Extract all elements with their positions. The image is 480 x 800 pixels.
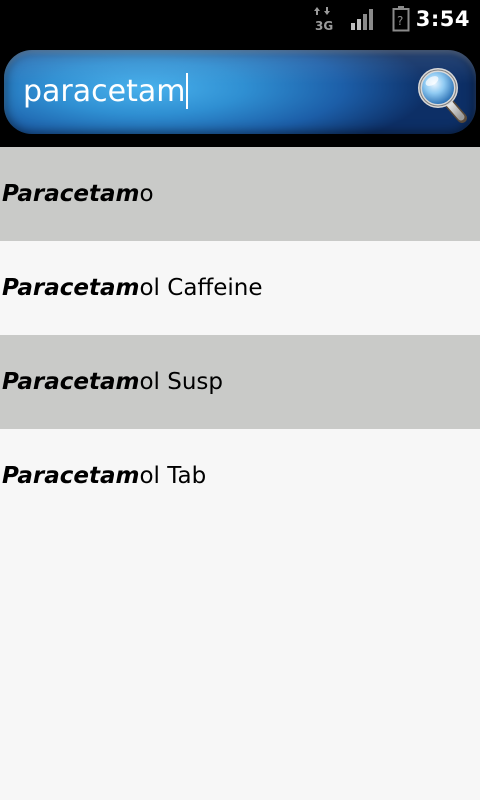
search-button[interactable] — [414, 54, 470, 130]
suggestion-item[interactable]: Paracetamol Tab — [0, 429, 480, 523]
suggestion-match-text: Paracetam — [2, 369, 140, 395]
search-header: paracetam — [0, 38, 480, 147]
search-query-container: paracetam — [23, 50, 189, 134]
suggestion-rest-text: ol Caffeine — [139, 275, 263, 301]
suggestion-item[interactable]: Paracetamol Caffeine — [0, 241, 480, 335]
suggestion-match-text: Paracetam — [2, 275, 140, 301]
status-clock: 3:54 — [415, 7, 470, 31]
battery-unknown-icon: ? — [392, 6, 410, 32]
search-query-text: paracetam — [23, 74, 186, 109]
suggestion-rest-text: ol Susp — [139, 369, 224, 395]
suggestion-rest-text: o — [139, 181, 154, 207]
svg-text:?: ? — [397, 14, 403, 28]
text-cursor — [186, 72, 189, 109]
suggestion-match-text: Paracetam — [2, 181, 140, 207]
status-bar: 3G ? 3:54 — [0, 0, 480, 38]
suggestion-item[interactable]: Paracetamo — [0, 147, 480, 241]
app-screen: 3G ? 3:54 paracetam Paracetamo Paracetam… — [0, 0, 480, 800]
network-3g-icon: 3G — [314, 7, 333, 32]
magnifier-icon — [418, 68, 467, 123]
search-input[interactable]: paracetam — [4, 50, 476, 134]
suggestion-list: Paracetamo Paracetamol Caffeine Paraceta… — [0, 147, 480, 523]
network-type-label: 3G — [315, 19, 333, 32]
signal-strength-icon — [351, 9, 373, 30]
suggestion-rest-text: ol Tab — [139, 463, 207, 489]
suggestion-match-text: Paracetam — [2, 463, 140, 489]
suggestion-item[interactable]: Paracetamol Susp — [0, 335, 480, 429]
